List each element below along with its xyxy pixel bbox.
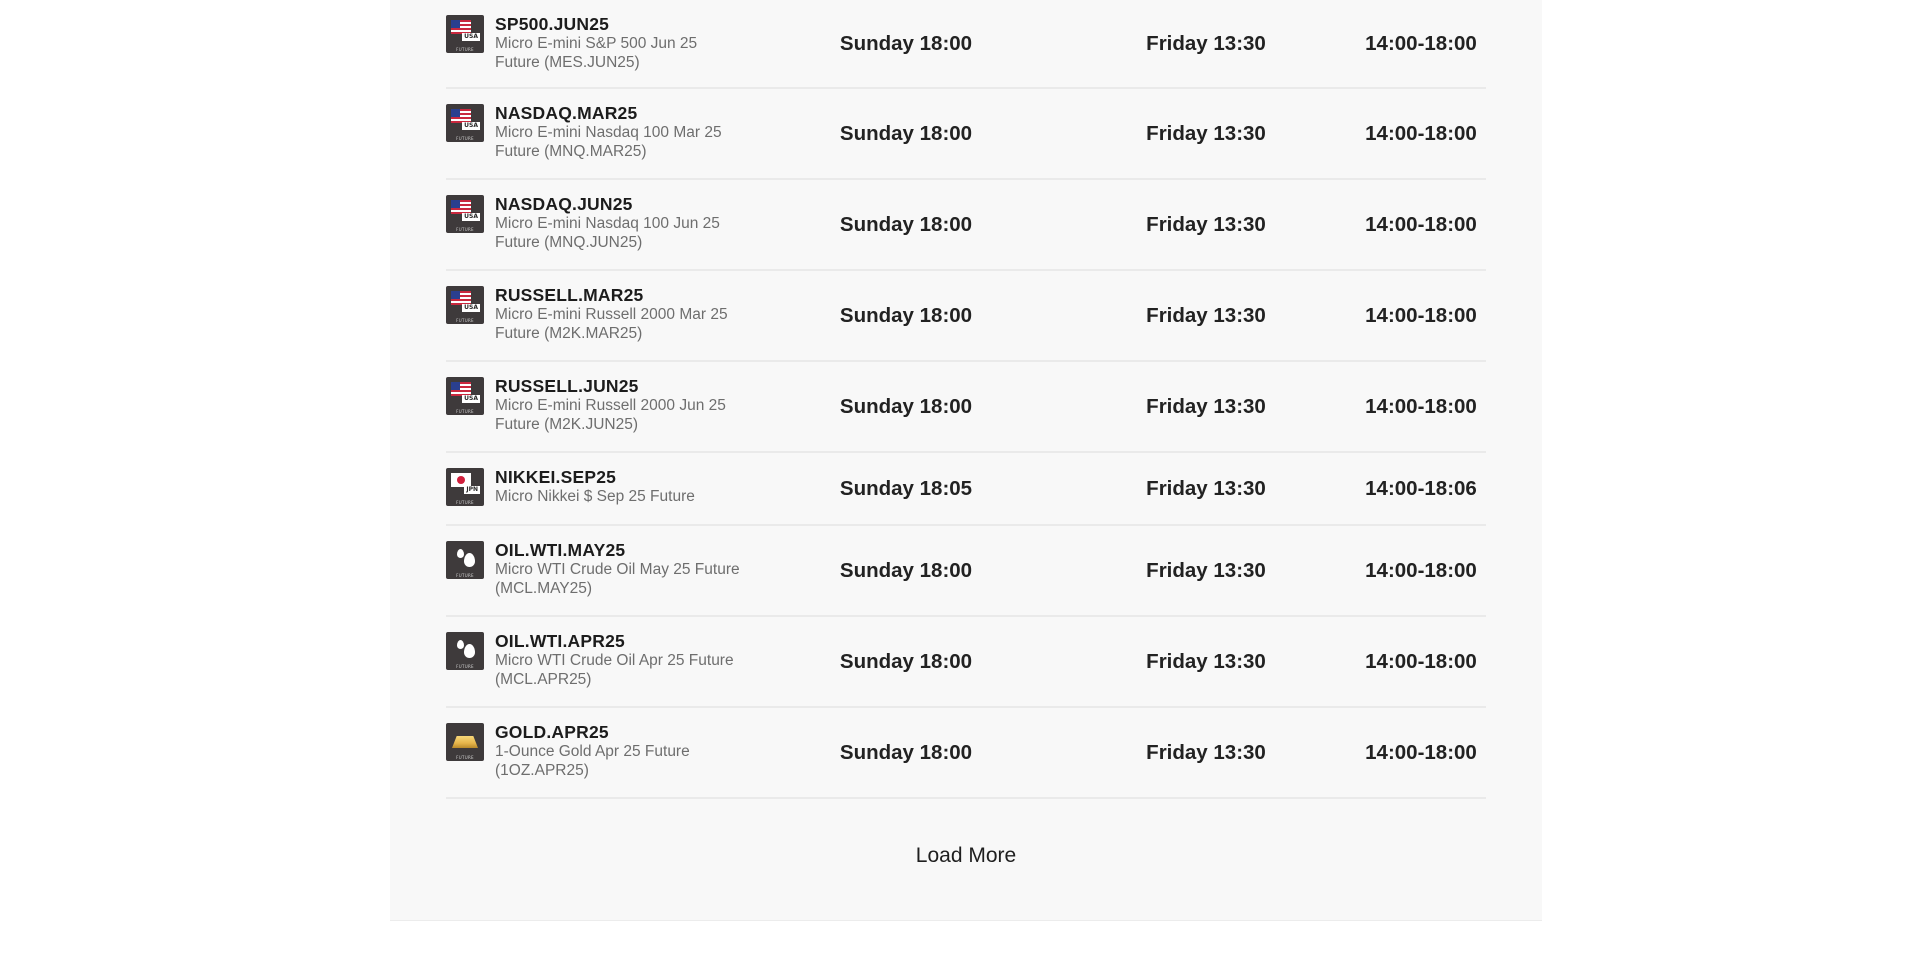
close-time: Friday 13:30 (1146, 212, 1266, 236)
break-time: 14:00-18:00 (1365, 31, 1477, 55)
instrument-cell: FUTURE GOLD.APR25 1-Ounce Gold Apr 25 Fu… (446, 722, 745, 780)
instrument-description: Micro WTI Crude Oil May 25 Future (MCL.M… (495, 561, 740, 597)
instrument-cell: USA FUTURE NASDAQ.JUN25 Micro E-mini Nasd… (446, 194, 745, 252)
instrument-description: Micro E-mini Nasdaq 100 Jun 25 Future (M… (495, 215, 720, 251)
open-time: Sunday 18:00 (839, 558, 973, 582)
break-time: 14:00-18:00 (1365, 212, 1477, 236)
open-time: Sunday 18:05 (839, 476, 973, 500)
instrument-symbol: SP500.JUN25 (495, 14, 610, 34)
instrument-symbol: RUSSELL.JUN25 (495, 376, 639, 396)
oil-drop-future-icon: FUTURE (446, 541, 484, 579)
instrument-cell: USA FUTURE NASDAQ.MAR25 Micro E-mini Nasd… (446, 103, 745, 161)
table-row: USA FUTURE SP500.JUN25 Micro E-mini S&P 5… (446, 0, 1486, 89)
open-time: Sunday 18:00 (839, 212, 973, 236)
instrument-symbol: OIL.WTI.APR25 (495, 631, 625, 651)
jp-flag-future-icon: JPN FUTURE (446, 468, 484, 506)
instrument-symbol: GOLD.APR25 (495, 722, 609, 742)
instrument-symbol: RUSSELL.MAR25 (495, 285, 644, 305)
open-time: Sunday 18:00 (839, 31, 973, 55)
break-time: 14:00-18:00 (1365, 740, 1477, 764)
instrument-description: Micro E-mini Russell 2000 Jun 25 Future … (495, 397, 726, 433)
trading-hours-panel: USA FUTURE SP500.JUN25 Micro E-mini S&P 5… (390, 0, 1542, 921)
us-flag-future-icon: USA FUTURE (446, 377, 484, 415)
instrument-symbol: NASDAQ.JUN25 (495, 194, 633, 214)
break-time: 14:00-18:00 (1365, 394, 1477, 418)
break-time: 14:00-18:06 (1365, 476, 1477, 500)
close-time: Friday 13:30 (1146, 649, 1266, 673)
table-row: FUTURE GOLD.APR25 1-Ounce Gold Apr 25 Fu… (446, 708, 1486, 799)
break-time: 14:00-18:00 (1365, 649, 1477, 673)
close-time: Friday 13:30 (1146, 31, 1266, 55)
us-flag-future-icon: USA FUTURE (446, 104, 484, 142)
us-flag-future-icon: USA FUTURE (446, 195, 484, 233)
instrument-cell: JPN FUTURE NIKKEI.SEP25 Micro Nikkei $ Se… (446, 467, 745, 506)
break-time: 14:00-18:00 (1365, 303, 1477, 327)
instrument-description: Micro E-mini Nasdaq 100 Mar 25 Future (M… (495, 124, 722, 160)
open-time: Sunday 18:00 (839, 649, 973, 673)
oil-drop-future-icon: FUTURE (446, 632, 484, 670)
instrument-cell: USA FUTURE SP500.JUN25 Micro E-mini S&P 5… (446, 14, 745, 72)
close-time: Friday 13:30 (1146, 121, 1266, 145)
instrument-description: 1-Ounce Gold Apr 25 Future (1OZ.APR25) (495, 743, 690, 779)
table-row: USA FUTURE NASDAQ.JUN25 Micro E-mini Nasd… (446, 180, 1486, 271)
instrument-symbol: NASDAQ.MAR25 (495, 103, 638, 123)
close-time: Friday 13:30 (1146, 394, 1266, 418)
instrument-description: Micro WTI Crude Oil Apr 25 Future (MCL.A… (495, 652, 734, 688)
instrument-cell: FUTURE OIL.WTI.MAY25 Micro WTI Crude Oil… (446, 540, 745, 598)
load-more-button[interactable]: Load More (390, 844, 1542, 868)
table-row: FUTURE OIL.WTI.MAY25 Micro WTI Crude Oil… (446, 526, 1486, 617)
close-time: Friday 13:30 (1146, 558, 1266, 582)
instrument-description: Micro E-mini Russell 2000 Mar 25 Future … (495, 306, 728, 342)
table-row: USA FUTURE RUSSELL.JUN25 Micro E-mini Rus… (446, 362, 1486, 453)
open-time: Sunday 18:00 (839, 303, 973, 327)
instrument-symbol: OIL.WTI.MAY25 (495, 540, 626, 560)
open-time: Sunday 18:00 (839, 740, 973, 764)
break-time: 14:00-18:00 (1365, 558, 1477, 582)
gold-bar-future-icon: FUTURE (446, 723, 484, 761)
close-time: Friday 13:30 (1146, 740, 1266, 764)
open-time: Sunday 18:00 (839, 121, 973, 145)
instrument-cell: FUTURE OIL.WTI.APR25 Micro WTI Crude Oil… (446, 631, 745, 689)
instrument-description: Micro E-mini S&P 500 Jun 25 Future (MES.… (495, 35, 698, 71)
instrument-cell: USA FUTURE RUSSELL.MAR25 Micro E-mini Rus… (446, 285, 745, 343)
us-flag-future-icon: USA FUTURE (446, 15, 484, 53)
instrument-description: Micro Nikkei $ Sep 25 Future (495, 488, 695, 505)
open-time: Sunday 18:00 (839, 394, 973, 418)
break-time: 14:00-18:00 (1365, 121, 1477, 145)
close-time: Friday 13:30 (1146, 303, 1266, 327)
us-flag-future-icon: USA FUTURE (446, 286, 484, 324)
table-row: USA FUTURE RUSSELL.MAR25 Micro E-mini Rus… (446, 271, 1486, 362)
close-time: Friday 13:30 (1146, 476, 1266, 500)
instrument-symbol: NIKKEI.SEP25 (495, 467, 617, 487)
table-row: FUTURE OIL.WTI.APR25 Micro WTI Crude Oil… (446, 617, 1486, 708)
trading-hours-table: USA FUTURE SP500.JUN25 Micro E-mini S&P 5… (446, 0, 1486, 799)
table-row: USA FUTURE NASDAQ.MAR25 Micro E-mini Nasd… (446, 89, 1486, 180)
table-row: JPN FUTURE NIKKEI.SEP25 Micro Nikkei $ Se… (446, 453, 1486, 526)
instrument-cell: USA FUTURE RUSSELL.JUN25 Micro E-mini Rus… (446, 376, 745, 434)
